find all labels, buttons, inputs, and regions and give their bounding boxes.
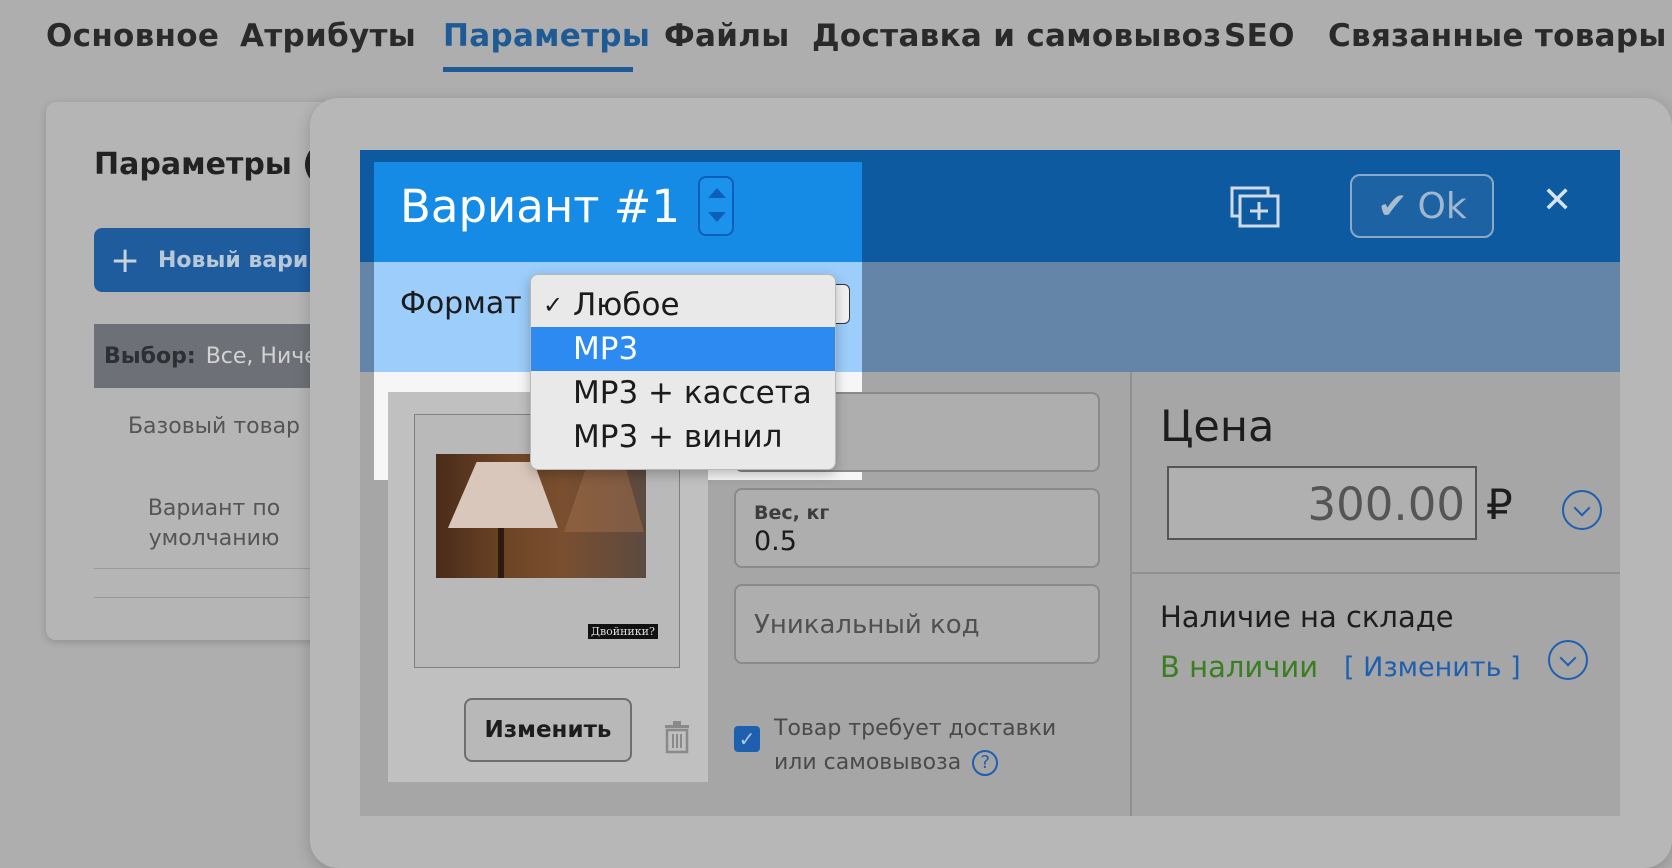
unique-code-placeholder: Уникальный код (754, 610, 980, 640)
stock-chevron-down-icon[interactable] (1548, 640, 1588, 680)
format-option-label: MP3 + винил (573, 419, 783, 455)
format-option-any[interactable]: ✓ Любое (531, 283, 835, 327)
trash-icon[interactable] (663, 720, 691, 754)
tab-delivery[interactable]: Доставка и самовывоз (812, 18, 1222, 54)
tab-attributes[interactable]: Атрибуты (240, 18, 416, 54)
tab-parameters[interactable]: Параметры (443, 18, 650, 54)
lamp-shadow (564, 462, 644, 532)
format-label: Формат (400, 286, 522, 321)
format-dropdown: ✓ Любое MP3 MP3 + кассета MP3 + винил (530, 274, 836, 470)
tab-seo[interactable]: SEO (1224, 18, 1295, 54)
format-option-mp3-cassette[interactable]: MP3 + кассета (531, 371, 835, 415)
unique-code-field[interactable]: Уникальный код (734, 584, 1100, 664)
checkmark-icon: ✔ (1377, 185, 1408, 227)
price-title: Цена (1160, 402, 1275, 452)
plus-icon: + (110, 240, 141, 281)
new-variant-label: Новый вари (158, 247, 309, 273)
parameters-panel-title: Параметры ( (94, 147, 317, 182)
variant-stepper[interactable] (698, 176, 734, 236)
product-image (436, 454, 646, 578)
price-stock-divider (1132, 572, 1620, 574)
duplicate-icon[interactable] (1230, 186, 1280, 228)
tab-related-products[interactable]: Связанные товары (1328, 18, 1667, 54)
currency-symbol: ₽ (1486, 480, 1513, 529)
ok-label: Ok (1417, 185, 1467, 227)
price-chevron-down-icon[interactable] (1562, 490, 1602, 530)
format-option-label: Любое (573, 287, 680, 323)
arrow-up-icon[interactable] (708, 188, 726, 198)
shipping-label-block: Товар требует доставки или самовывоза ? (774, 712, 1104, 780)
default-variant-row: Вариант по умолчанию (147, 496, 281, 551)
ok-button[interactable]: ✔ Ok (1350, 174, 1494, 238)
format-option-label: MP3 + кассета (573, 375, 812, 411)
base-product-row: Базовый товар (127, 414, 301, 439)
filter-label: Выбор: (104, 343, 196, 369)
stock-change-link[interactable]: [ Изменить ] (1344, 652, 1521, 683)
price-input[interactable]: 300.00 (1167, 466, 1477, 540)
format-option-mp3[interactable]: MP3 (531, 327, 835, 371)
arrow-down-icon[interactable] (708, 212, 726, 222)
weight-value: 0.5 (754, 526, 797, 557)
weight-field[interactable]: Вес, кг 0.5 (734, 488, 1100, 568)
shipping-label: Товар требует доставки или самовывоза (774, 716, 1057, 775)
change-image-button[interactable]: Изменить (464, 698, 632, 762)
close-icon[interactable]: ✕ (1542, 180, 1572, 221)
column-divider (1130, 372, 1132, 816)
tab-main[interactable]: Основное (46, 18, 219, 54)
filter-value: Все, Ниче (205, 343, 318, 369)
weight-label: Вес, кг (754, 502, 830, 524)
format-option-mp3-vinyl[interactable]: MP3 + винил (531, 415, 835, 459)
twins-badge[interactable]: Двойники? (588, 624, 658, 639)
lamp-shade (448, 462, 558, 528)
format-option-label: MP3 (573, 331, 639, 367)
help-icon[interactable]: ? (972, 750, 999, 776)
stock-title: Наличие на складе (1160, 600, 1454, 634)
stock-status: В наличии (1160, 650, 1319, 684)
lamp-pole (498, 528, 504, 578)
selected-check-icon: ✓ (543, 291, 564, 319)
product-tabs: Основное Атрибуты Параметры Файлы Достав… (0, 0, 1672, 80)
modal-title: Вариант #1 (400, 180, 681, 233)
active-tab-underline (443, 67, 633, 72)
shipping-checkbox[interactable]: ✓ (734, 726, 760, 752)
price-value: 300.00 (1307, 478, 1465, 531)
tab-files[interactable]: Файлы (664, 18, 790, 54)
